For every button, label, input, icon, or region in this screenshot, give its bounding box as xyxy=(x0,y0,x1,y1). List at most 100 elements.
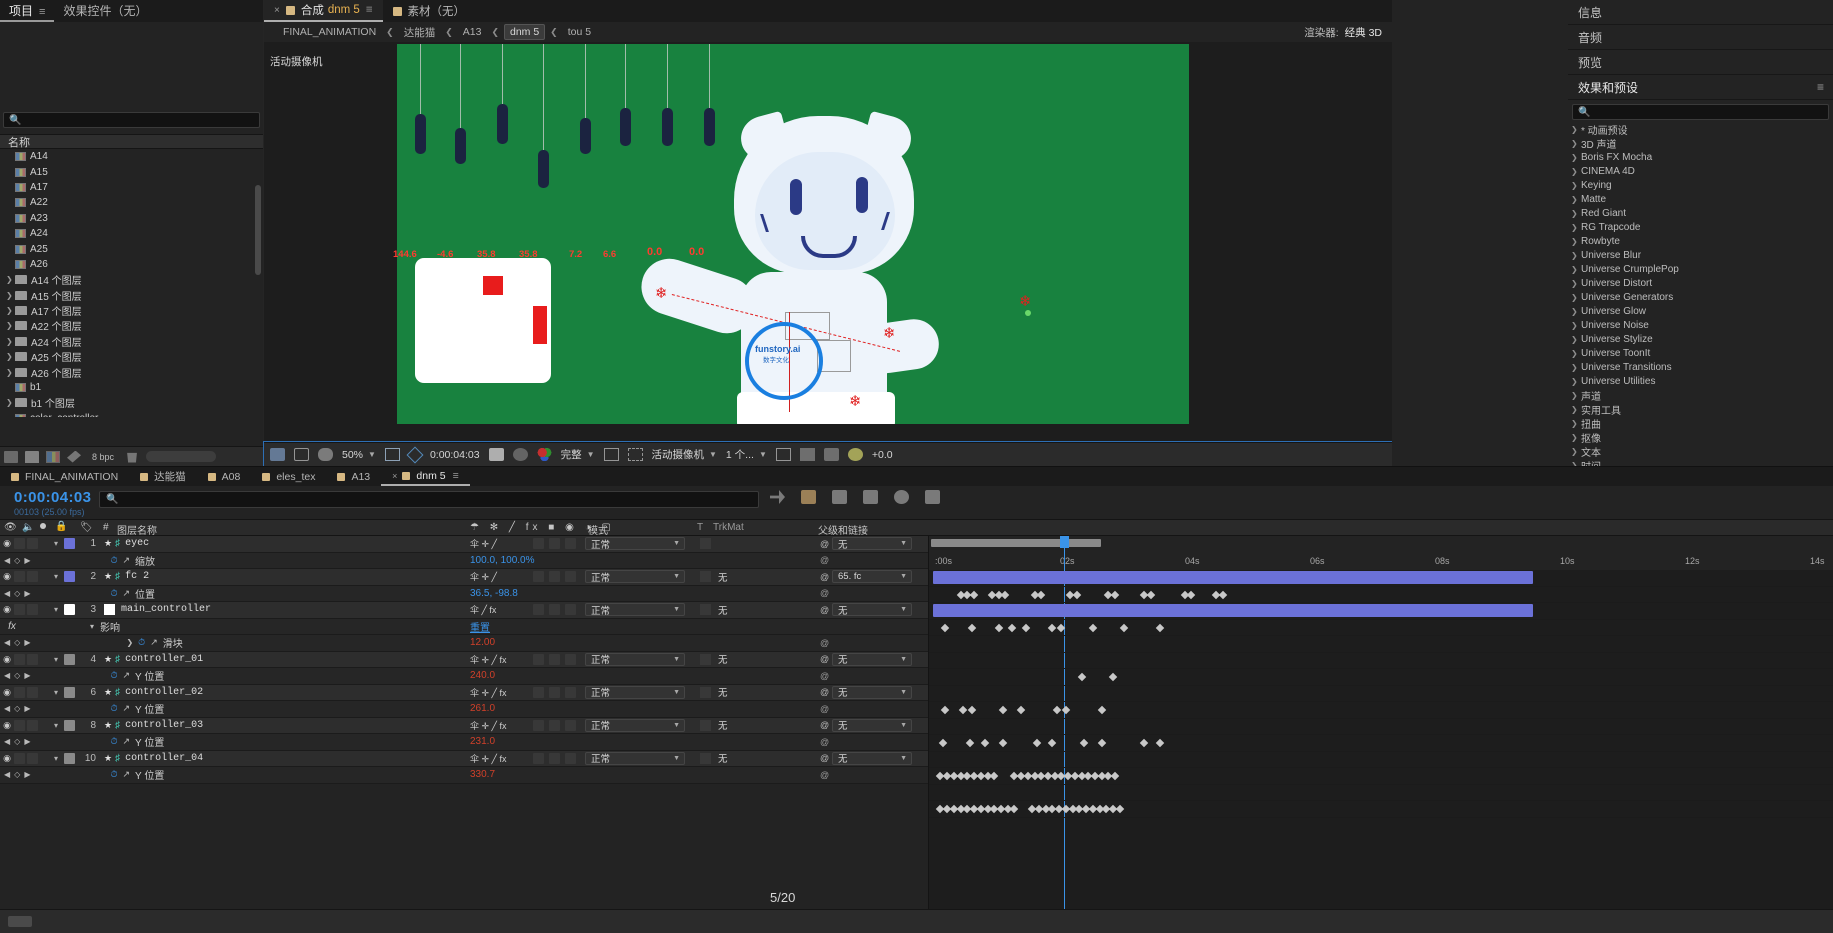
close-icon[interactable]: × xyxy=(274,5,280,16)
layer-switches[interactable]: 伞 ✛ ╱ fx xyxy=(470,653,506,666)
layer-switch-box[interactable] xyxy=(565,752,576,764)
keyframe-marker[interactable] xyxy=(1016,705,1026,715)
layer-parent-select[interactable]: 无 ▼ xyxy=(832,685,912,699)
layer-trkmat-toggle[interactable] xyxy=(700,752,711,764)
layer-name[interactable]: controller_02 xyxy=(125,687,203,698)
property-value[interactable]: 240.0 xyxy=(470,670,495,681)
layer-audio-toggle[interactable] xyxy=(14,538,25,550)
breadcrumb-item-tou5[interactable]: tou 5 xyxy=(563,25,596,39)
keyframe-marker[interactable] xyxy=(994,623,1003,632)
keyframe-toggle-icon[interactable]: ◇ xyxy=(14,589,20,598)
keyframe-navigator[interactable]: ◀ ◇ ▶ xyxy=(0,704,30,713)
keyframe-marker[interactable] xyxy=(1097,705,1106,715)
keyframe-toggle-icon[interactable]: ◇ xyxy=(14,704,20,713)
layer-audio-toggle[interactable] xyxy=(14,752,25,764)
twirl-icon[interactable]: ❯ xyxy=(6,321,15,330)
layer-label-color[interactable] xyxy=(64,719,75,731)
timeline-layer-row[interactable]: ◉ ▾ 8 ★ ♯ controller_03 伞 ✛ ╱ fx 正常 ▼ 无 @ 无 ▼ xyxy=(0,717,928,734)
stopwatch-icon[interactable]: ⏱ xyxy=(110,769,117,780)
channels-icon[interactable] xyxy=(270,448,285,461)
prev-keyframe-icon[interactable]: ◀ xyxy=(4,737,10,746)
property-pickwhip-icon[interactable]: @ xyxy=(820,770,829,780)
graph-editor-set-icon[interactable]: ↗ xyxy=(150,637,158,648)
timeline-search-input[interactable]: 🔍 xyxy=(99,491,759,508)
keyframe-marker[interactable] xyxy=(1052,705,1062,715)
keyframe-marker[interactable] xyxy=(1097,738,1106,748)
layer-switch-box[interactable] xyxy=(533,538,544,550)
interpret-footage-icon[interactable] xyxy=(67,450,81,463)
delete-icon[interactable] xyxy=(127,452,137,463)
tab-composition-dnm5[interactable]: × 合成 dnm 5 ≡ xyxy=(264,0,383,22)
graph-editor-set-icon[interactable]: ↗ xyxy=(123,670,131,681)
project-item[interactable]: ❯ A22 个图层 xyxy=(0,318,263,333)
parent-pickwhip-icon[interactable]: @ xyxy=(820,720,829,730)
display-icon[interactable] xyxy=(294,448,309,461)
project-item[interactable]: A17 xyxy=(0,180,263,195)
layer-twirl-icon[interactable]: ▾ xyxy=(48,539,64,548)
effect-category-item[interactable]: ❯ * 动画预设 xyxy=(1568,122,1833,137)
project-item[interactable]: ❯ A24 个图层 xyxy=(0,334,263,349)
twirl-icon[interactable]: ❯ xyxy=(1571,447,1581,456)
timeline-track-row[interactable] xyxy=(929,735,1833,752)
layer-switch-boxes[interactable] xyxy=(533,571,578,583)
effect-category-item[interactable]: ❯ Universe Distort xyxy=(1568,276,1833,290)
view-layout-select[interactable]: 1 个... ▼ xyxy=(726,447,767,462)
new-comp-icon[interactable] xyxy=(4,450,18,463)
layer-switch-box[interactable] xyxy=(565,686,576,698)
effect-reset-link[interactable]: 重置 xyxy=(470,619,490,634)
tab-footage-none[interactable]: 素材（无） xyxy=(383,0,476,22)
keyframe-toggle-icon[interactable]: ◇ xyxy=(14,770,20,779)
twirl-icon[interactable]: ❯ xyxy=(1571,349,1581,358)
layer-blend-mode-select[interactable]: 正常 ▼ xyxy=(585,652,685,666)
col-audio-icon[interactable]: 🔈 xyxy=(22,522,34,533)
project-item[interactable]: ❯ b1 个图层 xyxy=(0,395,263,410)
timeline-track-row[interactable] xyxy=(929,620,1833,636)
effect-category-item[interactable]: ❯ Universe CrumplePop xyxy=(1568,262,1833,276)
tab-menu-icon[interactable]: ≡ xyxy=(366,4,373,16)
show-snapshot-icon[interactable] xyxy=(512,448,528,461)
twirl-icon[interactable]: ❯ xyxy=(1571,377,1581,386)
layer-twirl-icon[interactable]: ▾ xyxy=(48,688,64,697)
timeline-track-row[interactable] xyxy=(929,603,1833,620)
twirl-icon[interactable]: ❯ xyxy=(1571,209,1581,218)
layer-trkmat-toggle[interactable] xyxy=(700,653,711,665)
keyframe-marker[interactable] xyxy=(967,705,977,715)
property-value[interactable]: 261.0 xyxy=(470,703,495,714)
layer-label-color[interactable] xyxy=(64,571,75,583)
layer-name[interactable]: fc 2 xyxy=(125,571,149,582)
stopwatch-icon[interactable]: ⏱ xyxy=(110,736,117,747)
effect-category-item[interactable]: ❯ Boris FX Mocha xyxy=(1568,150,1833,164)
timeline-track-row[interactable] xyxy=(929,636,1833,653)
layer-parent-select[interactable]: 65. fc ▼ xyxy=(832,570,912,584)
effect-category-item[interactable]: ❯ RG Trapcode xyxy=(1568,220,1833,234)
layer-switch-box[interactable] xyxy=(549,686,560,698)
layer-visibility-eye-icon[interactable]: ◉ xyxy=(0,604,14,615)
keyframe-marker[interactable] xyxy=(1110,771,1120,781)
timeline-layer-row[interactable]: ◉ ▾ 3 main_controller 伞 ╱ fx 正常 ▼ 无 @ 无 ▼ xyxy=(0,602,928,619)
keyframe-marker[interactable] xyxy=(1119,623,1129,632)
twirl-icon[interactable]: ❯ xyxy=(1571,195,1581,204)
comp-flowchart-icon[interactable] xyxy=(823,448,839,461)
keyframe-marker[interactable] xyxy=(1108,672,1118,682)
frame-blending-icon[interactable] xyxy=(863,490,878,504)
keyframe-toggle-icon[interactable]: ◇ xyxy=(14,556,20,565)
keyframe-marker[interactable] xyxy=(958,705,968,715)
3d-glasses-icon[interactable] xyxy=(318,448,333,461)
keyframe-marker[interactable] xyxy=(1037,590,1046,599)
keyframe-navigator[interactable]: ◀ ◇ ▶ xyxy=(0,556,30,565)
timeline-track-area[interactable]: :00s02s04s06s08s10s12s14s16s18s xyxy=(928,536,1833,910)
next-keyframe-icon[interactable]: ▶ xyxy=(24,589,30,598)
effect-category-item[interactable]: ❯ Red Giant xyxy=(1568,206,1833,220)
keyframe-marker[interactable] xyxy=(1140,738,1149,748)
layer-solo-toggle[interactable] xyxy=(27,571,38,583)
layer-visibility-eye-icon[interactable]: ◉ xyxy=(0,687,14,698)
keyframe-marker[interactable] xyxy=(1155,623,1165,632)
keyframe-marker[interactable] xyxy=(998,738,1008,748)
layer-twirl-icon[interactable]: ▾ xyxy=(48,605,64,614)
keyframe-marker[interactable] xyxy=(1032,738,1042,748)
keyframe-marker[interactable] xyxy=(1077,672,1086,682)
keyframe-toggle-icon[interactable]: ◇ xyxy=(14,737,20,746)
layer-visibility-eye-icon[interactable]: ◉ xyxy=(0,720,14,731)
timeline-property-row[interactable]: ◀ ◇ ▶ ⏱ ↗ Y 位置 231.0 @ xyxy=(0,734,928,751)
composition-viewer[interactable]: 活动摄像机 144.6 -4.6 35.8 35.8 7.2 6.6 0.0 0… xyxy=(264,42,1392,424)
